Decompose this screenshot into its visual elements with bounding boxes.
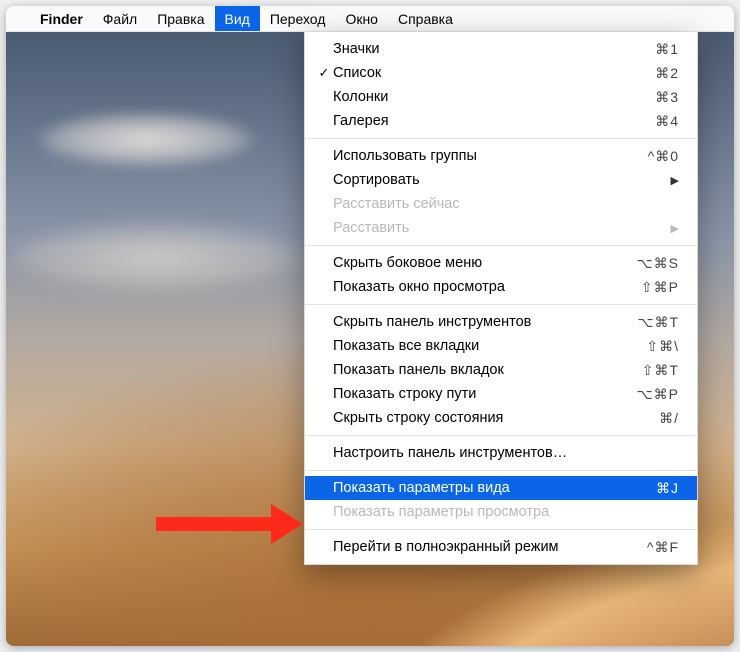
menu-item-label: Показать параметры вида bbox=[333, 480, 656, 496]
menu-separator bbox=[305, 529, 697, 530]
menu-separator bbox=[305, 304, 697, 305]
menu-item[interactable]: Показать параметры вида⌘J bbox=[305, 476, 697, 500]
menu-item[interactable]: Перейти в полноэкранный режим^⌘F bbox=[305, 535, 697, 559]
menu-help[interactable]: Справка bbox=[388, 6, 463, 31]
menu-separator bbox=[305, 245, 697, 246]
chevron-right-icon: ▶ bbox=[671, 174, 679, 187]
menu-item-label: Значки bbox=[333, 41, 655, 57]
menu-item-label: Список bbox=[333, 65, 655, 81]
menu-item-label: Показать панель вкладок bbox=[333, 362, 642, 378]
menubar: Finder Файл Правка Вид Переход Окно Спра… bbox=[6, 6, 734, 32]
menu-item[interactable]: Галерея⌘4 bbox=[305, 109, 697, 133]
menu-item-label: Сортировать bbox=[333, 172, 671, 188]
menu-item[interactable]: Сортировать▶ bbox=[305, 168, 697, 192]
menu-item-shortcut: ⌘1 bbox=[655, 41, 679, 58]
menu-item-shortcut: ⌘2 bbox=[655, 65, 679, 82]
menu-item[interactable]: Скрыть панель инструментов⌥⌘T bbox=[305, 310, 697, 334]
menu-item-shortcut: ⌘J bbox=[656, 480, 679, 497]
menu-item-label: Использовать группы bbox=[333, 148, 648, 164]
menu-item[interactable]: Показать панель вкладок⇧⌘T bbox=[305, 358, 697, 382]
menu-go[interactable]: Переход bbox=[260, 6, 336, 31]
menu-item-label: Скрыть боковое меню bbox=[333, 255, 637, 271]
checkmark-icon: ✓ bbox=[315, 65, 333, 81]
menu-view[interactable]: Вид bbox=[215, 6, 260, 31]
menu-item-label: Расставить сейчас bbox=[333, 196, 679, 212]
menu-item-label: Показать строку пути bbox=[333, 386, 637, 402]
annotation-arrow bbox=[156, 504, 303, 544]
menu-item-label: Показать окно просмотра bbox=[333, 279, 641, 295]
menu-separator bbox=[305, 470, 697, 471]
menu-item[interactable]: Использовать группы^⌘0 bbox=[305, 144, 697, 168]
menu-item-label: Скрыть панель инструментов bbox=[333, 314, 637, 330]
chevron-right-icon: ▶ bbox=[671, 222, 679, 235]
menu-item-shortcut: ⇧⌘P bbox=[641, 279, 679, 296]
menu-item[interactable]: Значки⌘1 bbox=[305, 37, 697, 61]
menu-edit[interactable]: Правка bbox=[147, 6, 214, 31]
menu-item-label: Настроить панель инструментов… bbox=[333, 445, 679, 461]
menu-item-label: Перейти в полноэкранный режим bbox=[333, 539, 647, 555]
menu-item[interactable]: Настроить панель инструментов… bbox=[305, 441, 697, 465]
menu-item-shortcut: ⇧⌘\ bbox=[646, 338, 679, 355]
menu-item[interactable]: Показать окно просмотра⇧⌘P bbox=[305, 275, 697, 299]
menu-item-shortcut: ⌘3 bbox=[655, 89, 679, 106]
menu-separator bbox=[305, 435, 697, 436]
menu-file[interactable]: Файл bbox=[93, 6, 147, 31]
menu-item[interactable]: Скрыть строку состояния⌘/ bbox=[305, 406, 697, 430]
menu-item-shortcut: ⌥⌘P bbox=[637, 386, 679, 403]
menu-item-label: Расставить bbox=[333, 220, 671, 236]
menu-item-shortcut: ⌘/ bbox=[659, 410, 679, 427]
menu-item-shortcut: ^⌘F bbox=[647, 539, 679, 556]
menu-item[interactable]: Показать все вкладки⇧⌘\ bbox=[305, 334, 697, 358]
apple-menu-icon[interactable] bbox=[20, 6, 30, 31]
menu-item-label: Колонки bbox=[333, 89, 655, 105]
menu-item: Расставить▶ bbox=[305, 216, 697, 240]
menu-item-label: Показать параметры просмотра bbox=[333, 504, 679, 520]
menu-item-shortcut: ⌥⌘T bbox=[637, 314, 679, 331]
menu-item[interactable]: Показать строку пути⌥⌘P bbox=[305, 382, 697, 406]
menu-item: Расставить сейчас bbox=[305, 192, 697, 216]
menu-item-shortcut: ⇧⌘T bbox=[642, 362, 679, 379]
menu-window[interactable]: Окно bbox=[335, 6, 388, 31]
menu-item-shortcut: ⌘4 bbox=[655, 113, 679, 130]
menu-item[interactable]: Колонки⌘3 bbox=[305, 85, 697, 109]
view-menu-dropdown: Значки⌘1✓Список⌘2Колонки⌘3Галерея⌘4Испол… bbox=[304, 32, 698, 565]
menu-separator bbox=[305, 138, 697, 139]
app-name[interactable]: Finder bbox=[30, 6, 93, 31]
menu-item-label: Скрыть строку состояния bbox=[333, 410, 659, 426]
menu-item[interactable]: Скрыть боковое меню⌥⌘S bbox=[305, 251, 697, 275]
menu-item[interactable]: ✓Список⌘2 bbox=[305, 61, 697, 85]
menu-item-label: Показать все вкладки bbox=[333, 338, 646, 354]
menu-item-shortcut: ^⌘0 bbox=[648, 148, 679, 165]
menu-item: Показать параметры просмотра bbox=[305, 500, 697, 524]
menu-item-shortcut: ⌥⌘S bbox=[637, 255, 679, 272]
menu-item-label: Галерея bbox=[333, 113, 655, 129]
